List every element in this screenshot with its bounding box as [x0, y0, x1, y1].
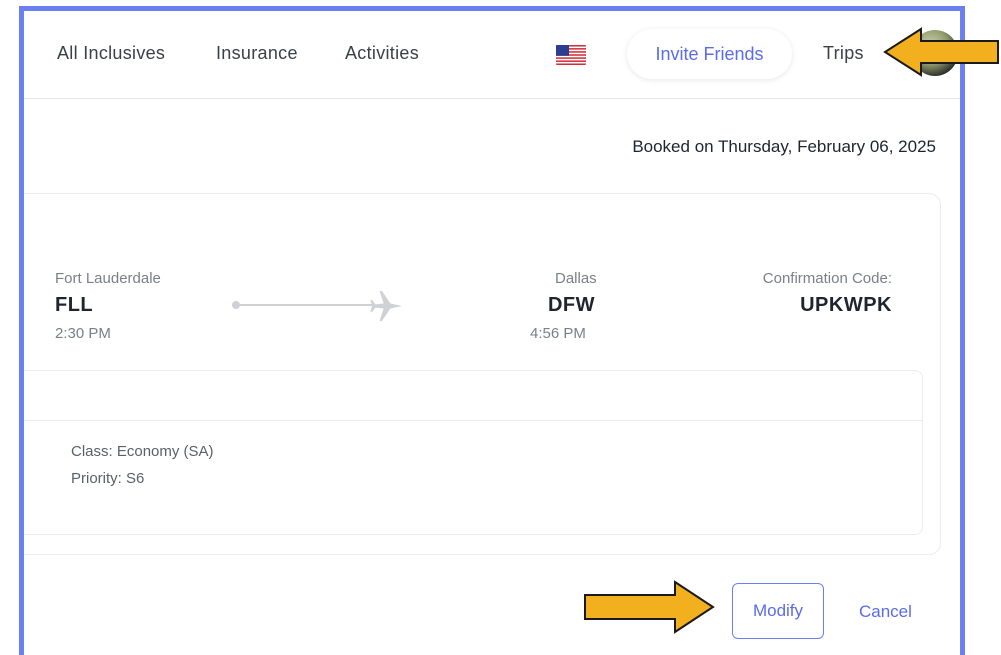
nav-all-inclusives[interactable]: All Inclusives	[57, 43, 165, 64]
origin-city: Fort Lauderdale	[55, 270, 161, 287]
confirmation-code: UPKWPK	[800, 294, 892, 316]
us-flag-icon[interactable]	[556, 45, 586, 65]
destination-city: Dallas	[555, 270, 597, 287]
panel-divider	[24, 420, 922, 421]
route-line	[237, 304, 375, 306]
airplane-icon	[370, 291, 402, 321]
annotation-arrow-right-icon	[584, 580, 715, 634]
booked-date: Booked on Thursday, February 06, 2025	[632, 137, 936, 156]
destination-time: 4:56 PM	[530, 325, 586, 342]
invite-friends-button[interactable]: Invite Friends	[627, 29, 792, 79]
nav-trips[interactable]: Trips	[823, 43, 864, 64]
browser-frame: All Inclusives Insurance Activities Invi…	[19, 6, 965, 655]
priority-text: Priority: S6	[71, 470, 145, 487]
top-navigation: All Inclusives Insurance Activities Invi…	[24, 11, 960, 99]
origin-time: 2:30 PM	[55, 325, 111, 342]
confirmation-label: Confirmation Code:	[762, 270, 892, 287]
cancel-link[interactable]: Cancel	[859, 602, 912, 622]
modify-button[interactable]: Modify	[732, 583, 824, 639]
annotation-arrow-left-icon	[883, 27, 999, 77]
class-text: Class: Economy (SA)	[71, 443, 214, 460]
origin-code: FLL	[55, 294, 94, 316]
nav-insurance[interactable]: Insurance	[216, 43, 298, 64]
nav-activities[interactable]: Activities	[345, 43, 419, 64]
destination-code: DFW	[547, 294, 595, 316]
flight-details-panel: Class: Economy (SA) Priority: S6	[24, 370, 923, 535]
flight-card: Fort Lauderdale FLL 2:30 PM Dallas DFW 4…	[24, 193, 941, 555]
